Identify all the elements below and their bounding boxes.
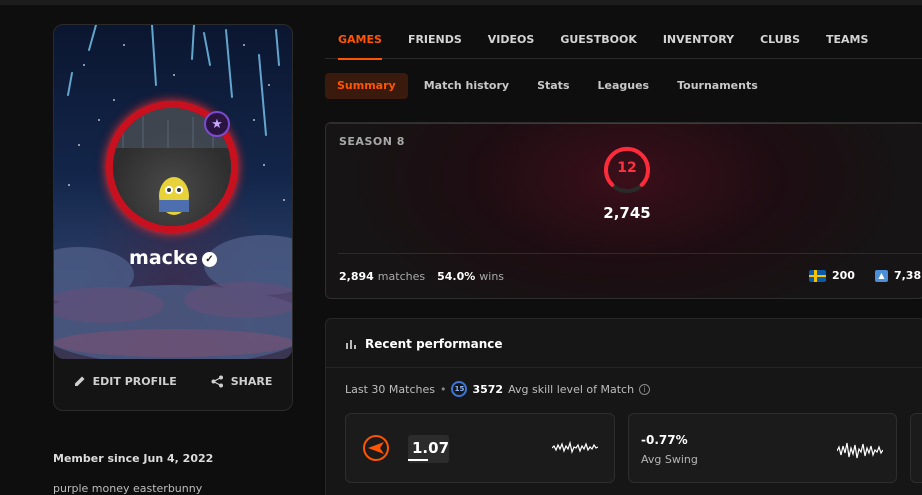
- recent-performance-panel: Recent performance Last 30 Matches • 15 …: [325, 318, 922, 495]
- pencil-icon: [74, 376, 85, 386]
- subtab-tournaments[interactable]: Tournaments: [665, 73, 770, 99]
- stat-card-partial[interactable]: [910, 413, 922, 483]
- subtab-leagues[interactable]: Leagues: [586, 73, 662, 99]
- wins-value: 54.0%: [437, 270, 476, 283]
- tab-inventory[interactable]: INVENTORY: [650, 24, 747, 59]
- swing-sparkline: [837, 442, 883, 459]
- matches-value: 2,894: [339, 270, 374, 283]
- avg-skill-label: Avg skill level of Match: [508, 382, 635, 396]
- tab-videos[interactable]: VIDEOS: [475, 24, 548, 59]
- sweden-flag-icon: [809, 269, 826, 282]
- sub-tabs: Summary Match history Stats Leagues Tour…: [325, 73, 770, 99]
- member-since: Member since Jun 4, 2022: [53, 452, 214, 465]
- region-icon: ▲: [874, 269, 888, 282]
- kd-bar: [408, 459, 428, 461]
- profile-bio: purple money easterbunny: [53, 482, 203, 495]
- kd-card[interactable]: 1.07: [345, 413, 615, 483]
- swing-label: Avg Swing: [641, 453, 698, 466]
- performance-divider: [326, 367, 922, 368]
- season-divider: [338, 253, 922, 254]
- wins-label: wins: [479, 270, 505, 283]
- tab-games[interactable]: GAMES: [325, 24, 395, 60]
- verified-check-icon: ✓: [201, 252, 217, 267]
- matches-label: matches: [377, 270, 426, 283]
- country-rank[interactable]: 200: [832, 269, 855, 282]
- share-button[interactable]: SHARE: [211, 369, 273, 393]
- elo-value: 2,745: [603, 204, 651, 222]
- season-panel: SEASON 8 12 2,745 2,894 matches 54.0% wins …: [325, 122, 922, 299]
- kd-sparkline: [552, 440, 598, 455]
- skill-level-chip-icon: 15: [451, 381, 468, 397]
- avg-skill-value: 3572: [472, 382, 504, 396]
- share-icon: [211, 375, 223, 387]
- season-stats: 2,894 matches 54.0% wins: [339, 270, 516, 283]
- main-tabs: GAMES FRIENDS VIDEOS GUESTBOOK INVENTORY…: [325, 24, 922, 60]
- profile-card: ★ macke ✓ EDIT PROFILE SHARE: [53, 24, 293, 411]
- username-row: macke ✓: [54, 247, 292, 269]
- share-label: SHARE: [230, 374, 273, 388]
- star-badge-icon: ★: [204, 111, 230, 137]
- skill-level: 12: [617, 160, 637, 176]
- edit-profile-button[interactable]: EDIT PROFILE: [74, 369, 177, 393]
- info-icon[interactable]: i: [639, 383, 651, 395]
- swing-card[interactable]: -0.77% Avg Swing: [628, 413, 897, 483]
- rankings: 200 ▲ 7,382: [809, 269, 922, 282]
- edit-profile-label: EDIT PROFILE: [92, 374, 177, 388]
- crosshair-icon: [363, 435, 389, 461]
- tab-teams[interactable]: TEAMS: [813, 24, 881, 59]
- performance-header: Recent performance: [346, 337, 503, 351]
- profile-actions: EDIT PROFILE SHARE: [54, 369, 292, 393]
- tab-guestbook[interactable]: GUESTBOOK: [547, 24, 650, 59]
- region-rank[interactable]: 7,382: [894, 269, 922, 282]
- bar-chart-icon: [346, 340, 356, 349]
- subtab-summary[interactable]: Summary: [325, 73, 408, 99]
- swing-value: -0.77%: [641, 433, 688, 447]
- subtab-stats[interactable]: Stats: [525, 73, 581, 99]
- top-bar: [0, 0, 922, 5]
- tab-friends[interactable]: FRIENDS: [395, 24, 475, 59]
- username: macke: [129, 247, 198, 269]
- tab-clubs[interactable]: CLUBS: [747, 24, 813, 59]
- performance-title: Recent performance: [365, 337, 503, 351]
- subtab-match-history[interactable]: Match history: [412, 73, 521, 99]
- performance-subheader: Last 30 Matches • 15 3572 Avg skill leve…: [345, 381, 651, 397]
- last-matches-label: Last 30 Matches: [345, 382, 435, 396]
- season-title: SEASON 8: [339, 135, 405, 148]
